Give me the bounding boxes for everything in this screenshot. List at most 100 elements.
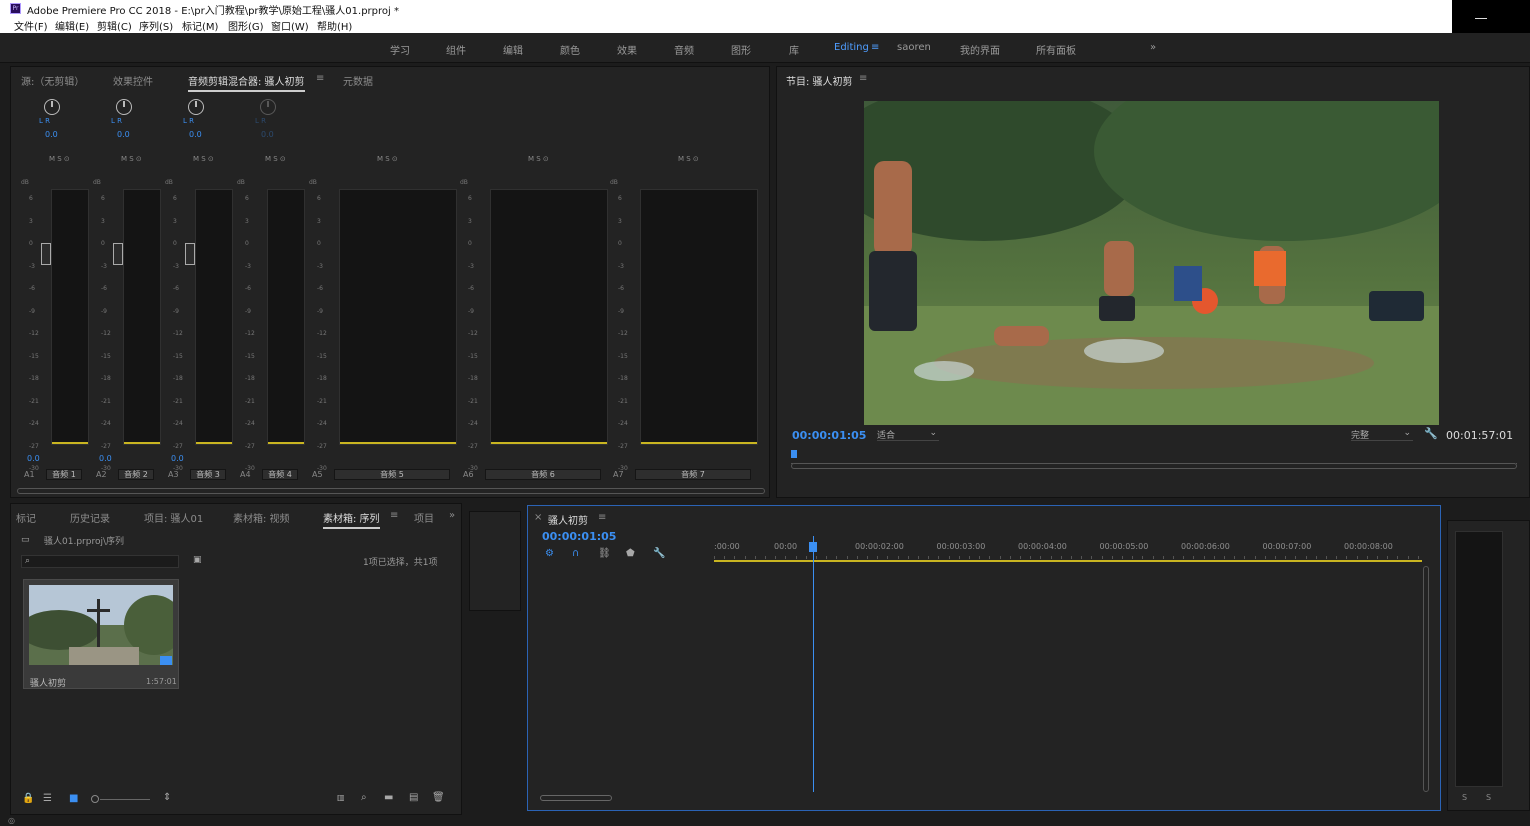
solo-left-button[interactable]: S bbox=[1462, 793, 1467, 802]
pan-knob[interactable] bbox=[44, 99, 60, 115]
sequence-item[interactable]: 骚人初剪 1:57:01 bbox=[23, 579, 179, 689]
tab-source[interactable]: 源:（无剪辑） bbox=[21, 73, 84, 88]
volume-fader[interactable] bbox=[185, 243, 195, 265]
lock-icon[interactable]: 🔒 bbox=[22, 793, 34, 804]
workspace-saoren[interactable]: saoren bbox=[897, 42, 931, 53]
volume-fader[interactable] bbox=[41, 243, 51, 265]
workspace-editing[interactable]: Editing bbox=[834, 42, 869, 53]
workspace-assembly[interactable]: 组件 bbox=[446, 42, 466, 57]
timeline-timecode[interactable]: 00:00:01:05 bbox=[542, 530, 616, 543]
list-view-icon[interactable]: ☰ bbox=[43, 793, 52, 804]
tab-history[interactable]: 历史记录 bbox=[70, 510, 110, 525]
track-id: A5 bbox=[312, 470, 323, 479]
tab-bin-video[interactable]: 素材箱: 视频 bbox=[233, 510, 290, 525]
workspace-editing-cn[interactable]: 编辑 bbox=[503, 42, 523, 57]
tab-metadata[interactable]: 元数据 bbox=[343, 73, 373, 88]
new-bin-from-search-icon[interactable]: ▣ bbox=[193, 555, 202, 565]
minimize-icon[interactable] bbox=[1475, 18, 1487, 19]
menu-help[interactable]: 帮助(H) bbox=[317, 18, 352, 33]
track-name-field[interactable]: 音频 5 bbox=[334, 469, 450, 480]
solo-right-button[interactable]: S bbox=[1486, 793, 1491, 802]
tab-effect-controls[interactable]: 效果控件 bbox=[113, 73, 153, 88]
program-menu-icon[interactable]: ≡ bbox=[859, 73, 867, 84]
workspace-effects[interactable]: 效果 bbox=[617, 42, 637, 57]
mute-solo-buttons[interactable]: M S ⊙ bbox=[678, 155, 699, 163]
panel-menu-icon[interactable]: ≡ bbox=[316, 73, 324, 84]
mute-solo-buttons[interactable]: M S ⊙ bbox=[121, 155, 142, 163]
mute-solo-buttons[interactable]: M S ⊙ bbox=[377, 155, 398, 163]
track-name-field[interactable]: 音频 6 bbox=[485, 469, 601, 480]
menu-window[interactable]: 窗口(W) bbox=[271, 18, 309, 33]
track-name-field[interactable]: 音频 3 bbox=[190, 469, 226, 480]
timeline-settings-icon[interactable]: 🔧 bbox=[653, 548, 665, 559]
tab-project[interactable]: 项目: 骚人01 bbox=[144, 510, 203, 525]
search-input[interactable]: ⌕ bbox=[21, 555, 179, 568]
sort-icon[interactable]: ⇕ bbox=[163, 792, 171, 803]
playhead-handle[interactable] bbox=[809, 542, 818, 552]
channel-meter bbox=[339, 189, 457, 445]
mixer-scrollbar[interactable] bbox=[17, 488, 765, 494]
icon-view-icon[interactable]: ■ bbox=[69, 793, 78, 804]
track-name-field[interactable]: 音频 7 bbox=[635, 469, 751, 480]
workspace-libraries[interactable]: 库 bbox=[789, 42, 799, 57]
track-name-field[interactable]: 音频 2 bbox=[118, 469, 154, 480]
wrench-icon[interactable]: 🔧 bbox=[1424, 427, 1438, 440]
menu-graphics[interactable]: 图形(G) bbox=[228, 18, 264, 33]
linked-selection-icon[interactable]: ⛓ bbox=[598, 548, 611, 559]
tab-markers[interactable]: 标记 bbox=[16, 510, 36, 525]
mute-solo-buttons[interactable]: M S ⊙ bbox=[528, 155, 549, 163]
workspace-audio[interactable]: 音频 bbox=[674, 42, 694, 57]
panel-menu-icon[interactable]: ≡ bbox=[598, 512, 606, 523]
new-bin-icon[interactable]: ▬ bbox=[384, 792, 393, 803]
mute-solo-buttons[interactable]: M S ⊙ bbox=[49, 155, 70, 163]
ruler-tick bbox=[1203, 556, 1205, 559]
meter-scale-tick: -21 bbox=[29, 397, 39, 405]
tab-project-2[interactable]: 项目 bbox=[414, 510, 434, 525]
quality-select[interactable]: 完整 ⌄ bbox=[1351, 428, 1413, 441]
program-playhead[interactable] bbox=[791, 450, 797, 458]
new-item-icon[interactable]: ▤ bbox=[409, 792, 418, 803]
fit-select[interactable]: 适合 ⌄ bbox=[877, 428, 939, 441]
db-label: dB bbox=[93, 179, 101, 186]
track-name-field[interactable]: 音频 4 bbox=[262, 469, 298, 480]
close-tab-icon[interactable]: × bbox=[534, 512, 542, 523]
zoom-slider-handle[interactable] bbox=[91, 795, 99, 803]
panel-menu-icon[interactable]: ≡ bbox=[390, 510, 398, 521]
menu-sequence[interactable]: 序列(S) bbox=[139, 18, 173, 33]
timeline-sequence-tab[interactable]: 骚人初剪 bbox=[548, 512, 588, 529]
track-name-field[interactable]: 音频 1 bbox=[46, 469, 82, 480]
volume-fader[interactable] bbox=[113, 243, 123, 265]
timeline-vertical-scrollbar[interactable] bbox=[1423, 566, 1429, 792]
mute-solo-buttons[interactable]: M S ⊙ bbox=[193, 155, 214, 163]
workspace-all-panels[interactable]: 所有面板 bbox=[1036, 42, 1076, 57]
pan-knob[interactable] bbox=[116, 99, 132, 115]
workspace-color[interactable]: 颜色 bbox=[560, 42, 580, 57]
program-timecode[interactable]: 00:00:01:05 bbox=[792, 429, 866, 442]
workspace-graphics[interactable]: 图形 bbox=[731, 42, 751, 57]
workspace-my[interactable]: 我的界面 bbox=[960, 42, 1000, 57]
more-tabs-icon[interactable]: » bbox=[449, 510, 455, 521]
menu-clip[interactable]: 剪辑(C) bbox=[97, 18, 132, 33]
menu-markers[interactable]: 标记(M) bbox=[182, 18, 218, 33]
mute-solo-buttons[interactable]: M S ⊙ bbox=[265, 155, 286, 163]
find-icon[interactable]: ⌕ bbox=[361, 792, 367, 803]
menu-file[interactable]: 文件(F) bbox=[14, 18, 48, 33]
add-marker-icon[interactable]: ⬟ bbox=[626, 548, 635, 559]
program-zoom-bar[interactable] bbox=[791, 463, 1517, 469]
tab-audio-clip-mixer[interactable]: 音频剪辑混合器: 骚人初剪 bbox=[188, 73, 305, 92]
nest-icon[interactable]: ⚙ bbox=[545, 548, 554, 559]
workspace-menu-icon[interactable]: ≡ bbox=[871, 42, 879, 53]
trash-icon[interactable]: 🗑 bbox=[432, 792, 445, 803]
workspace-learn[interactable]: 学习 bbox=[390, 42, 410, 57]
zoom-slider[interactable] bbox=[100, 799, 150, 800]
menu-edit[interactable]: 编辑(E) bbox=[55, 18, 89, 33]
pan-knob[interactable] bbox=[260, 99, 276, 115]
snap-icon[interactable]: ∩ bbox=[572, 548, 579, 559]
work-area-bar[interactable] bbox=[714, 560, 1422, 562]
workspace-more-icon[interactable]: » bbox=[1150, 42, 1156, 53]
automate-icon[interactable]: ▥ bbox=[337, 793, 345, 802]
timeline-zoom-bar[interactable] bbox=[540, 795, 612, 801]
pan-knob[interactable] bbox=[188, 99, 204, 115]
tab-bin-sequence[interactable]: 素材箱: 序列 bbox=[323, 510, 380, 529]
timeline-playhead[interactable] bbox=[813, 536, 815, 792]
